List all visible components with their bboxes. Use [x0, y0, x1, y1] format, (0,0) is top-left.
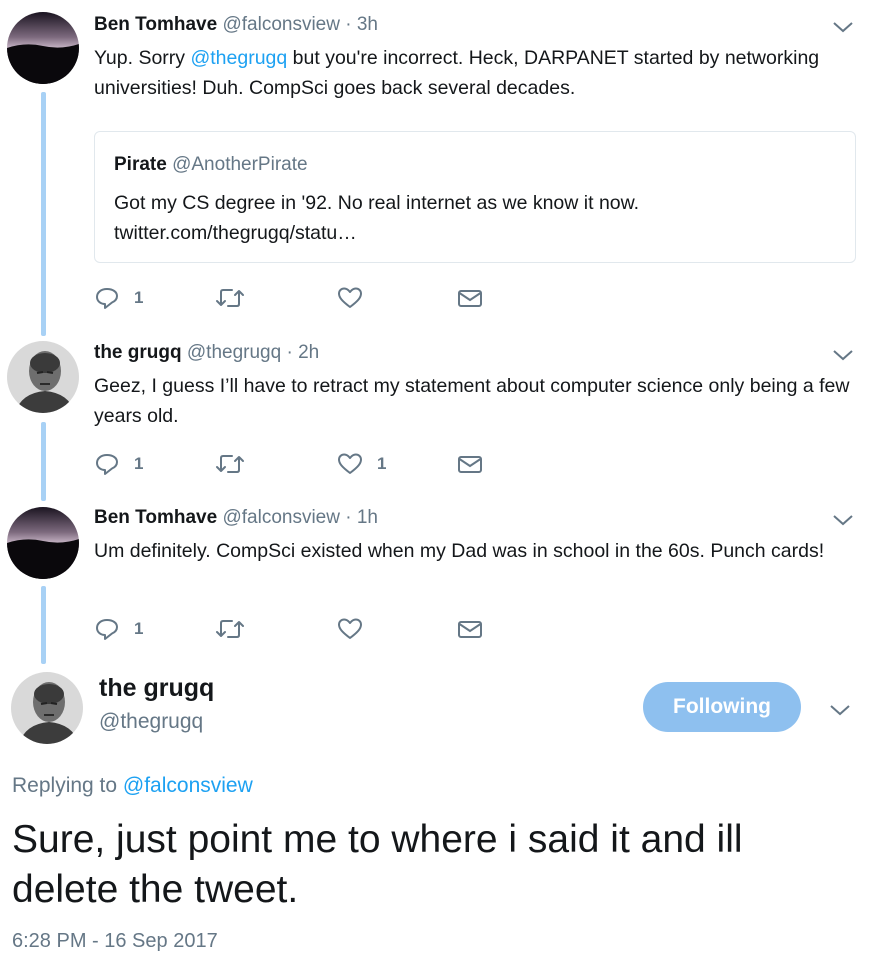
- tweet-header: Ben Tomhave @falconsview · 3h: [94, 14, 378, 36]
- reply-button[interactable]: 1: [94, 283, 143, 313]
- retweet-button[interactable]: [215, 449, 259, 479]
- reply-count: 1: [134, 454, 144, 473]
- envelope-icon: [458, 456, 482, 473]
- chevron-down-icon[interactable]: [832, 20, 854, 34]
- dm-button[interactable]: [457, 283, 483, 313]
- like-button[interactable]: 1: [337, 449, 386, 479]
- quoted-text: Got my CS degree in '92. No real interne…: [114, 192, 640, 244]
- quoted-header: Pirate @AnotherPirate: [114, 154, 308, 176]
- main-tweet-text: Sure, just point me to where i said it a…: [12, 818, 743, 911]
- author-handle[interactable]: @thegrugq: [99, 710, 203, 734]
- envelope-icon: [458, 621, 482, 638]
- reply-button[interactable]: 1: [94, 614, 143, 644]
- avatar[interactable]: [7, 341, 79, 413]
- chevron-down-icon[interactable]: [832, 348, 854, 362]
- chevron-down-icon[interactable]: [829, 703, 851, 717]
- replying-to-link[interactable]: @falconsview: [123, 774, 253, 797]
- replying-prefix: Replying to: [12, 774, 123, 797]
- avatar[interactable]: [7, 12, 79, 84]
- retweet-button[interactable]: [215, 283, 259, 313]
- reply-icon: [96, 288, 118, 309]
- tweet-actions: 1: [94, 283, 514, 313]
- thread-tweet: the grugq @thegrugq · 2h Geez, I guess I…: [0, 340, 875, 490]
- avatar[interactable]: [7, 507, 79, 579]
- author-name[interactable]: Ben Tomhave: [94, 507, 217, 528]
- retweet-icon: [216, 289, 244, 307]
- separator-dot: ·: [286, 342, 293, 363]
- tweet-text: Geez, I guess I’ll have to retract my st…: [94, 375, 850, 427]
- dm-button[interactable]: [457, 449, 483, 479]
- heart-icon: [338, 453, 362, 474]
- mention-link[interactable]: @thegrugq: [190, 47, 287, 69]
- heart-icon: [338, 618, 362, 639]
- reply-icon: [96, 454, 118, 475]
- tweet-time[interactable]: 2h: [298, 342, 319, 363]
- like-count: 1: [377, 454, 387, 473]
- reply-icon: [96, 619, 118, 640]
- retweet-icon: [216, 455, 244, 473]
- retweet-button[interactable]: [215, 614, 259, 644]
- author-name[interactable]: the grugq: [94, 342, 182, 363]
- tweet-text: Um definitely. CompSci existed when my D…: [94, 540, 825, 562]
- tweet-actions: 1: [94, 614, 514, 644]
- tweet-text: Yup. Sorry @thegrugq but you're incorrec…: [94, 43, 854, 103]
- reply-button[interactable]: 1: [94, 449, 143, 479]
- thread-tweet: Ben Tomhave @falconsview · 3h Yup. Sorry…: [0, 0, 875, 330]
- retweet-icon: [216, 620, 244, 638]
- separator-dot: ·: [345, 507, 352, 528]
- tweet-time[interactable]: 3h: [357, 14, 378, 35]
- replying-to: Replying to @falconsview: [12, 774, 253, 798]
- author-name[interactable]: Ben Tomhave: [94, 14, 217, 35]
- chevron-down-icon[interactable]: [832, 513, 854, 527]
- tweet-text-part: Yup. Sorry: [94, 47, 191, 69]
- tweet-timestamp[interactable]: 6:28 PM - 16 Sep 2017: [12, 930, 218, 953]
- heart-icon: [338, 287, 362, 308]
- envelope-icon: [458, 290, 482, 307]
- like-button[interactable]: [337, 614, 377, 644]
- avatar[interactable]: [11, 672, 83, 744]
- author-handle[interactable]: @falconsview: [222, 14, 340, 35]
- tweet-header: Ben Tomhave @falconsview · 1h: [94, 507, 378, 529]
- reply-count: 1: [134, 619, 144, 638]
- separator-dot: ·: [345, 14, 352, 35]
- dm-button[interactable]: [457, 614, 483, 644]
- like-button[interactable]: [337, 283, 377, 313]
- quoted-author-handle: @AnotherPirate: [172, 154, 308, 175]
- tweet-actions: 1 1: [94, 449, 514, 479]
- author-name[interactable]: the grugq: [99, 674, 214, 703]
- quoted-tweet[interactable]: Pirate @AnotherPirate Got my CS degree i…: [94, 131, 856, 263]
- reply-count: 1: [134, 288, 144, 307]
- following-button[interactable]: Following: [643, 682, 801, 732]
- tweet-time[interactable]: 1h: [357, 507, 378, 528]
- thread-tweet: Ben Tomhave @falconsview · 1h Um definit…: [0, 505, 875, 655]
- quoted-author-name: Pirate: [114, 154, 167, 175]
- tweet-header: the grugq @thegrugq · 2h: [94, 342, 319, 364]
- author-handle[interactable]: @falconsview: [222, 507, 340, 528]
- author-handle[interactable]: @thegrugq: [187, 342, 281, 363]
